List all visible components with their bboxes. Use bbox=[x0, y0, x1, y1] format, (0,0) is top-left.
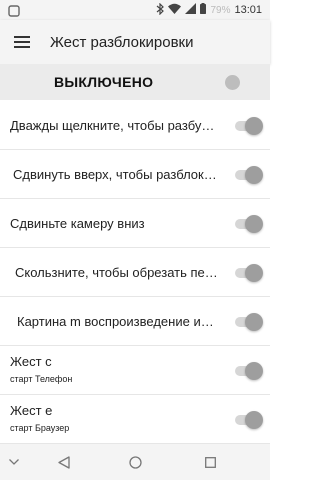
master-switch-row[interactable]: ВЫКЛЮЧЕНО bbox=[0, 64, 270, 100]
setting-label: Скользните, чтобы обрезать пе… bbox=[15, 265, 218, 280]
status-icons: 79% 13:01 bbox=[156, 2, 262, 18]
setting-toggle[interactable] bbox=[233, 264, 263, 282]
setting-label: Сдвиньте камеру вниз bbox=[10, 216, 145, 231]
setting-swipe-screenshot[interactable]: Скользните, чтобы обрезать пе… bbox=[0, 248, 270, 297]
status-bar: 79% 13:01 bbox=[0, 0, 270, 20]
master-switch[interactable] bbox=[225, 75, 240, 90]
home-icon[interactable] bbox=[125, 452, 145, 472]
signal-icon bbox=[185, 3, 197, 17]
setting-double-tap-wake[interactable]: Дважды щелкните, чтобы разбу… bbox=[0, 101, 270, 150]
chevron-down-icon[interactable] bbox=[4, 452, 24, 472]
setting-toggle[interactable] bbox=[233, 411, 263, 429]
recents-icon[interactable] bbox=[200, 452, 220, 472]
master-switch-label: ВЫКЛЮЧЕНО bbox=[54, 74, 154, 90]
app-bar: Жест разблокировки bbox=[0, 20, 270, 64]
setting-music-playback[interactable]: Картина m воспроизведение и… bbox=[0, 297, 270, 346]
navigation-bar bbox=[0, 444, 270, 480]
setting-toggle[interactable] bbox=[233, 215, 263, 233]
setting-label: Картина m воспроизведение и… bbox=[17, 314, 214, 329]
setting-toggle[interactable] bbox=[233, 313, 263, 331]
status-time: 13:01 bbox=[234, 4, 262, 16]
setting-toggle[interactable] bbox=[233, 166, 263, 184]
setting-label: Сдвинуть вверх, чтобы разблок… bbox=[13, 167, 217, 182]
setting-toggle[interactable] bbox=[233, 117, 263, 135]
setting-title: Жест c bbox=[10, 354, 52, 369]
setting-subtitle: старт Браузер bbox=[10, 423, 70, 433]
bluetooth-icon bbox=[156, 2, 165, 18]
wifi-icon bbox=[168, 3, 182, 17]
setting-label: Дважды щелкните, чтобы разбу… bbox=[10, 118, 215, 133]
setting-gesture-e[interactable]: Жест e старт Браузер bbox=[0, 395, 270, 444]
page-title: Жест разблокировки bbox=[50, 33, 194, 51]
setting-gesture-c[interactable]: Жест c старт Телефон bbox=[0, 346, 270, 395]
notification-icon bbox=[8, 4, 20, 17]
back-icon[interactable] bbox=[54, 452, 74, 472]
hamburger-menu-icon[interactable] bbox=[0, 20, 44, 64]
setting-swipe-camera-down[interactable]: Сдвиньте камеру вниз bbox=[0, 199, 270, 248]
battery-icon bbox=[200, 3, 207, 17]
setting-title: Жест e bbox=[10, 403, 53, 418]
setting-swipe-up-unlock[interactable]: Сдвинуть вверх, чтобы разблок… bbox=[0, 150, 270, 199]
battery-percent: 79% bbox=[210, 4, 231, 16]
setting-toggle[interactable] bbox=[233, 362, 263, 380]
setting-subtitle: старт Телефон bbox=[10, 374, 73, 384]
